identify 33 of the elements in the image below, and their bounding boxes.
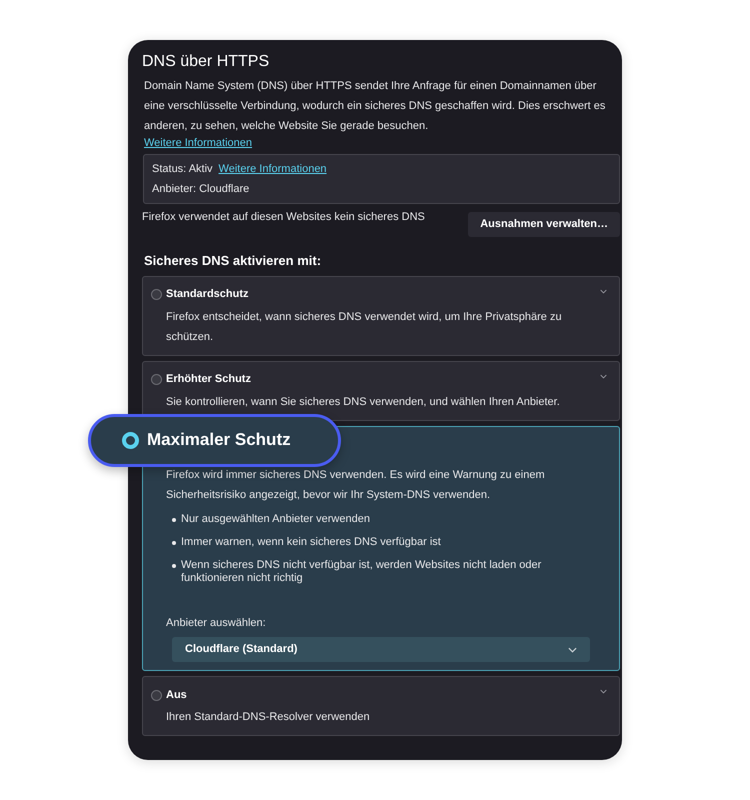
bullet-text: Nur ausgewählten Anbieter verwenden	[181, 512, 370, 526]
radio-button[interactable]	[122, 432, 139, 448]
chevron-icon	[600, 689, 607, 694]
radio-button[interactable]	[151, 374, 162, 385]
radio-button[interactable]	[151, 690, 162, 700]
option-description: Sie kontrollieren, wann Sie sicheres DNS verwenden, und wählen Ihren Anbieter.	[165, 394, 561, 410]
learn-more-link[interactable]: Weitere Informationen	[218, 161, 327, 177]
option-description: Firefox wird immer sicheres DNS verwenden. Es wird eine Warnung zu einem Sicherheitsrisiko angezeigt, bevor wir Ihr System-DNS verwenden.	[165, 468, 546, 502]
option-description: Firefox entscheidet, wann sicheres DNS verwendet wird, um Ihre Privatsphäre zu schützen.	[165, 310, 563, 344]
option-description: Ihren Standard-DNS-Resolver verwenden	[165, 710, 371, 725]
option-label: Maximaler Schutz	[147, 429, 291, 452]
option-label: Standardschutz	[166, 287, 249, 302]
bullet-text: Immer warnen, wenn kein sicheres DNS verfügbar ist	[181, 536, 441, 548]
provider-text: Anbieter: Cloudflare	[152, 182, 250, 197]
chevron-icon	[600, 374, 607, 378]
chevron-icon	[568, 646, 577, 652]
bullet-text: Wenn sicheres DNS nicht verfügbar ist, werden Websites nicht laden oder funktionieren nicht richtig	[181, 558, 542, 584]
learn-more-link[interactable]: Weitere Informationen	[144, 136, 252, 150]
provider-label: Anbieter auswählen:	[166, 616, 267, 630]
radio-button[interactable]	[151, 289, 162, 300]
bullet-icon	[172, 518, 176, 522]
exceptions-text: Firefox verwendet auf diesen Websites kein sicheres DNS	[142, 210, 425, 224]
option-label: Erhöhter Schutz	[166, 372, 251, 388]
bullet-icon	[172, 564, 176, 568]
option-label: Aus	[166, 688, 187, 703]
description-text: Domain Name System (DNS) über HTTPS sendet Ihre Anfrage für einen Domainnamen über eine verschlüsselte Verbindung, wodurch ein sicheres DNS geschaffen wird. Dies erschwert es anderen, zu sehen, welche Website Sie gerade besuchen.	[143, 79, 606, 134]
manage-exceptions-button[interactable]: Ausnahmen verwalten…	[468, 212, 620, 237]
section-title: DNS über HTTPS	[142, 52, 270, 72]
provider-select[interactable]: Cloudflare (Standard)	[172, 637, 590, 662]
chevron-icon	[600, 288, 607, 294]
bullet-icon	[172, 540, 176, 544]
status-text: Status: Aktiv	[152, 162, 213, 177]
section-heading: Sicheres DNS aktivieren mit:	[144, 252, 322, 270]
